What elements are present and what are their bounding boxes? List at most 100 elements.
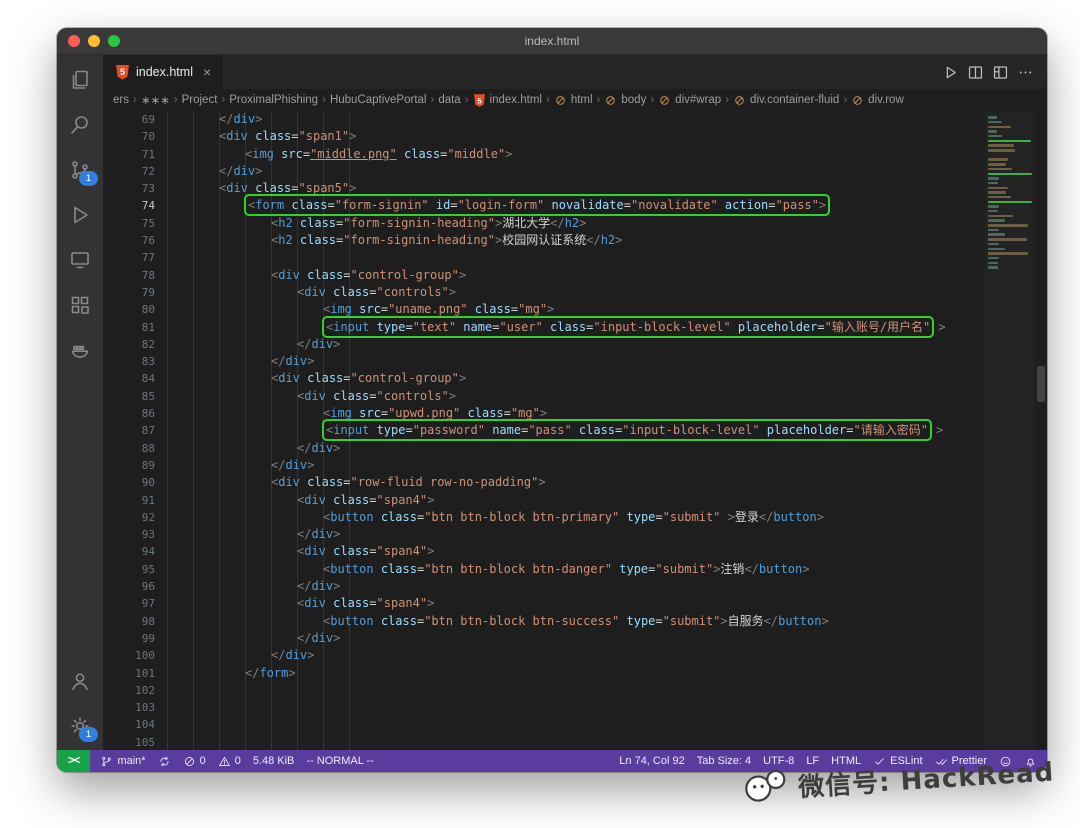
breadcrumb-item[interactable]: data: [438, 94, 460, 106]
activity-source-control[interactable]: 1: [57, 147, 103, 192]
code-line[interactable]: 72 </div>: [103, 163, 985, 180]
code-line[interactable]: 82 </div>: [103, 336, 985, 353]
activity-remote-explorer[interactable]: [57, 237, 103, 282]
customize-layout-button[interactable]: [991, 63, 1010, 82]
code-line[interactable]: 102: [103, 682, 985, 699]
line-number[interactable]: 86: [103, 405, 167, 422]
code-line[interactable]: 84 <div class="control-group">: [103, 370, 985, 387]
line-number[interactable]: 101: [103, 665, 167, 682]
code-line[interactable]: 100 </div>: [103, 647, 985, 664]
code-line[interactable]: 73 <div class="span5">: [103, 180, 985, 197]
line-number[interactable]: 74: [103, 197, 167, 214]
activity-search[interactable]: [57, 102, 103, 147]
breadcrumb-item[interactable]: html: [554, 94, 593, 107]
breadcrumb-item[interactable]: body: [604, 94, 646, 107]
line-number[interactable]: 76: [103, 232, 167, 249]
activity-account[interactable]: [57, 658, 103, 703]
line-number[interactable]: 98: [103, 613, 167, 630]
code-line[interactable]: 105: [103, 734, 985, 750]
code-line[interactable]: 87 <input type="password" name="pass" cla…: [103, 419, 985, 442]
line-number[interactable]: 88: [103, 440, 167, 457]
breadcrumb-item[interactable]: div.container-fluid: [733, 94, 839, 107]
code-line[interactable]: 69 </div>: [103, 111, 985, 128]
line-number[interactable]: 91: [103, 492, 167, 509]
line-number[interactable]: 82: [103, 336, 167, 353]
line-number[interactable]: 93: [103, 526, 167, 543]
line-number[interactable]: 79: [103, 284, 167, 301]
line-number[interactable]: 81: [103, 319, 167, 336]
code-line[interactable]: 101 </form>: [103, 665, 985, 682]
more-actions-button[interactable]: [1016, 63, 1035, 82]
activity-docker[interactable]: [57, 327, 103, 372]
minimize-window-button[interactable]: [88, 35, 100, 47]
line-number[interactable]: 94: [103, 543, 167, 560]
code-line[interactable]: 75 <h2 class="form-signin-heading">湖北大学</…: [103, 215, 985, 232]
line-number[interactable]: 78: [103, 267, 167, 284]
line-number[interactable]: 105: [103, 734, 167, 750]
split-editor-button[interactable]: [966, 63, 985, 82]
titlebar[interactable]: index.html: [57, 28, 1047, 55]
code-line[interactable]: 74 <form class="form-signin" id="login-fo…: [103, 194, 985, 217]
breadcrumb-item[interactable]: 5 index.html: [473, 93, 542, 108]
cursor-position-status[interactable]: Ln 74, Col 92: [613, 750, 690, 772]
tab-close-icon[interactable]: ×: [203, 64, 211, 80]
line-number[interactable]: 99: [103, 630, 167, 647]
line-number[interactable]: 85: [103, 388, 167, 405]
sync-status[interactable]: [152, 750, 177, 772]
breadcrumb-item[interactable]: div.row: [851, 94, 904, 107]
line-number[interactable]: 87: [103, 422, 167, 439]
line-number[interactable]: 71: [103, 146, 167, 163]
scrollbar-thumb[interactable]: [1037, 366, 1045, 402]
breadcrumb-item[interactable]: Project: [182, 94, 218, 106]
minimap[interactable]: [985, 111, 1035, 750]
line-number[interactable]: 70: [103, 128, 167, 145]
line-number[interactable]: 100: [103, 647, 167, 664]
breadcrumb-item[interactable]: div#wrap: [658, 94, 721, 107]
scrollbar[interactable]: [1035, 111, 1047, 750]
code-line[interactable]: 97 <div class="span4">: [103, 595, 985, 612]
editor[interactable]: 69 </div> 70 <div class="span1"> 71 <img src=…: [103, 111, 1047, 750]
close-window-button[interactable]: [68, 35, 80, 47]
code-line[interactable]: 76 <h2 class="form-signin-heading">校园网认证系…: [103, 232, 985, 249]
breadcrumb-item[interactable]: HubuCaptivePortal: [330, 94, 427, 106]
activity-settings[interactable]: 1: [57, 703, 103, 748]
code-line[interactable]: 104: [103, 716, 985, 733]
line-number[interactable]: 90: [103, 474, 167, 491]
line-number[interactable]: 84: [103, 370, 167, 387]
file-size-status[interactable]: 5.48 KiB: [247, 750, 301, 772]
code-line[interactable]: 98 <button class="btn btn-block btn-succe…: [103, 613, 985, 630]
breadcrumb-item[interactable]: ∗∗∗: [141, 93, 170, 107]
code-line[interactable]: 71 <img src="middle.png" class="middle">: [103, 146, 985, 163]
zoom-window-button[interactable]: [108, 35, 120, 47]
line-number[interactable]: 104: [103, 716, 167, 733]
line-number[interactable]: 103: [103, 699, 167, 716]
line-number[interactable]: 72: [103, 163, 167, 180]
code-line[interactable]: 88 </div>: [103, 440, 985, 457]
code-line[interactable]: 92 <button class="btn btn-block btn-prima…: [103, 509, 985, 526]
code-line[interactable]: 83 </div>: [103, 353, 985, 370]
remote-indicator[interactable]: ><: [57, 750, 91, 772]
code-line[interactable]: 78 <div class="control-group">: [103, 267, 985, 284]
line-number[interactable]: 73: [103, 180, 167, 197]
code-line[interactable]: 79 <div class="controls">: [103, 284, 985, 301]
line-number[interactable]: 69: [103, 111, 167, 128]
code-line[interactable]: 81 <input type="text" name="user" class="…: [103, 315, 985, 338]
code-line[interactable]: 103: [103, 699, 985, 716]
code-line[interactable]: 94 <div class="span4">: [103, 543, 985, 560]
code-line[interactable]: 80 <img src="uname.png" class="mg">: [103, 301, 985, 318]
code-line[interactable]: 95 <button class="btn btn-block btn-dange…: [103, 561, 985, 578]
line-number[interactable]: 75: [103, 215, 167, 232]
line-number[interactable]: 92: [103, 509, 167, 526]
line-number[interactable]: 80: [103, 301, 167, 318]
code-line[interactable]: 96 </div>: [103, 578, 985, 595]
problems-errors[interactable]: 0: [177, 750, 212, 772]
code-line[interactable]: 70 <div class="span1">: [103, 128, 985, 145]
activity-run-debug[interactable]: [57, 192, 103, 237]
code-line[interactable]: 90 <div class="row-fluid row-no-padding">: [103, 474, 985, 491]
code-line[interactable]: 85 <div class="controls">: [103, 388, 985, 405]
breadcrumb-item[interactable]: ers: [113, 94, 129, 106]
code-line[interactable]: 91 <div class="span4">: [103, 492, 985, 509]
activity-extensions[interactable]: [57, 282, 103, 327]
line-number[interactable]: 96: [103, 578, 167, 595]
tab-index-html[interactable]: 5 index.html ×: [103, 55, 223, 89]
